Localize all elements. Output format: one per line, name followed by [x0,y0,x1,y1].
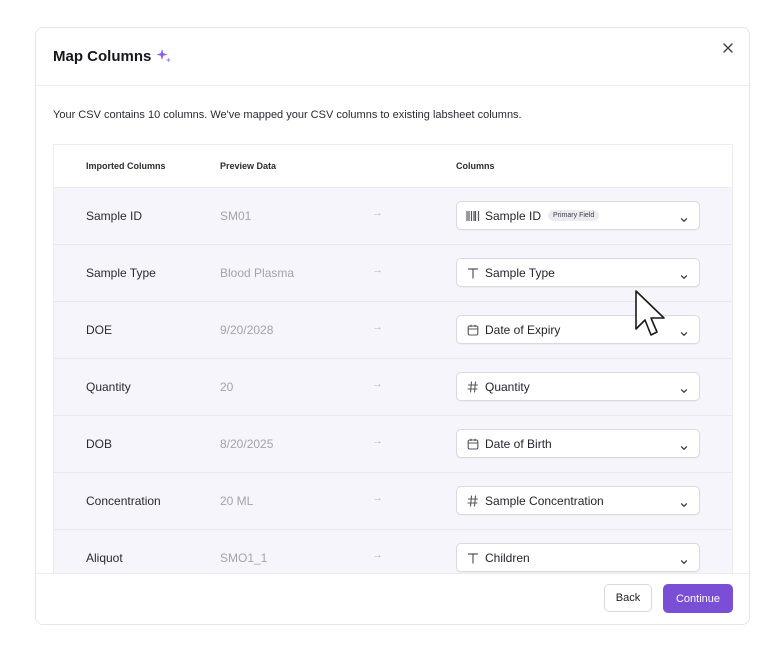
text-icon [466,266,480,280]
table-row: DOB 8/20/2025 → Date of Birth [54,416,732,473]
column-select-dropdown[interactable]: Date of Birth [456,429,700,458]
selected-column-label: Date of Birth [485,436,552,451]
arrow-right-icon: → [372,321,383,333]
chevron-down-icon [680,325,688,336]
column-select-dropdown[interactable]: Sample Concentration [456,486,700,515]
table-header: Imported Columns Preview Data Columns [54,145,732,188]
hash-icon [466,494,480,508]
calendar-icon [466,323,480,337]
modal-title-group: Map Columns [53,47,173,65]
imported-column-name: Concentration [86,494,161,508]
imported-column-name: DOE [86,323,113,337]
table-row: Sample ID SM01 → Sample ID Primary Field [54,188,732,245]
close-icon [723,43,733,53]
selected-column-label: Sample ID [485,208,542,223]
column-select-dropdown[interactable]: Quantity [456,372,700,401]
intro-text: Your CSV contains 10 columns. We've mapp… [53,109,522,121]
arrow-right-icon: → [372,378,383,390]
table-row: DOE 9/20/2028 → Date of Expiry [54,302,732,359]
selected-column-label: Sample Type [485,265,555,280]
imported-column-name: Sample Type [86,266,156,280]
header-columns: Columns [456,161,495,171]
selected-column-label: Children [485,550,530,565]
arrow-right-icon: → [372,264,383,276]
imported-column-name: Quantity [86,380,131,394]
text-icon [466,551,480,565]
modal-header: Map Columns [36,28,749,86]
chevron-down-icon [680,553,688,564]
preview-value: SMO1_1 [220,551,268,565]
arrow-right-icon: → [372,492,383,504]
arrow-right-icon: → [372,435,383,447]
chevron-down-icon [680,211,688,222]
preview-value: 9/20/2028 [220,323,274,337]
column-select-dropdown[interactable]: Sample Type [456,258,700,287]
modal-footer: Back Continue [36,573,749,624]
barcode-icon [466,209,480,223]
table-row: Sample Type Blood Plasma → Sample Type [54,245,732,302]
arrow-right-icon: → [372,207,383,219]
calendar-icon [466,437,480,451]
preview-value: SM01 [220,209,252,223]
header-imported-columns: Imported Columns [86,161,166,171]
table-row: Aliquot SMO1_1 → Children [54,530,732,575]
selected-column-label: Quantity [485,379,530,394]
back-button[interactable]: Back [604,584,652,612]
table-body: Sample ID SM01 → Sample ID Primary Field Samp… [54,188,732,575]
selected-column-label: Date of Expiry [485,322,561,337]
table-row: Concentration 20 ML → Sample Concentration [54,473,732,530]
chevron-down-icon [680,439,688,450]
table-row: Quantity 20 → Quantity [54,359,732,416]
column-select-dropdown[interactable]: Sample ID Primary Field [456,201,700,230]
preview-value: 20 ML [220,494,254,508]
chevron-down-icon [680,496,688,507]
preview-value: 20 [220,380,234,394]
column-mapping-table: Imported Columns Preview Data Columns Sa… [53,144,733,575]
selected-column-label: Sample Concentration [485,493,604,508]
column-select-dropdown[interactable]: Children [456,543,700,572]
mouse-cursor-icon [635,290,665,336]
preview-value: 8/20/2025 [220,437,274,451]
hash-icon [466,380,480,394]
arrow-right-icon: → [372,549,383,561]
header-preview-data: Preview Data [220,161,277,171]
close-button[interactable] [720,40,736,56]
imported-column-name: Sample ID [86,209,143,223]
imported-column-name: DOB [86,437,113,451]
continue-button[interactable]: Continue [663,584,733,613]
chevron-down-icon [680,268,688,279]
imported-column-name: Aliquot [86,551,123,565]
preview-value: Blood Plasma [220,266,295,280]
modal-title: Map Columns [53,47,152,65]
primary-field-badge: Primary Field [548,210,600,221]
chevron-down-icon [680,382,688,393]
sparkle-icon [155,47,173,65]
